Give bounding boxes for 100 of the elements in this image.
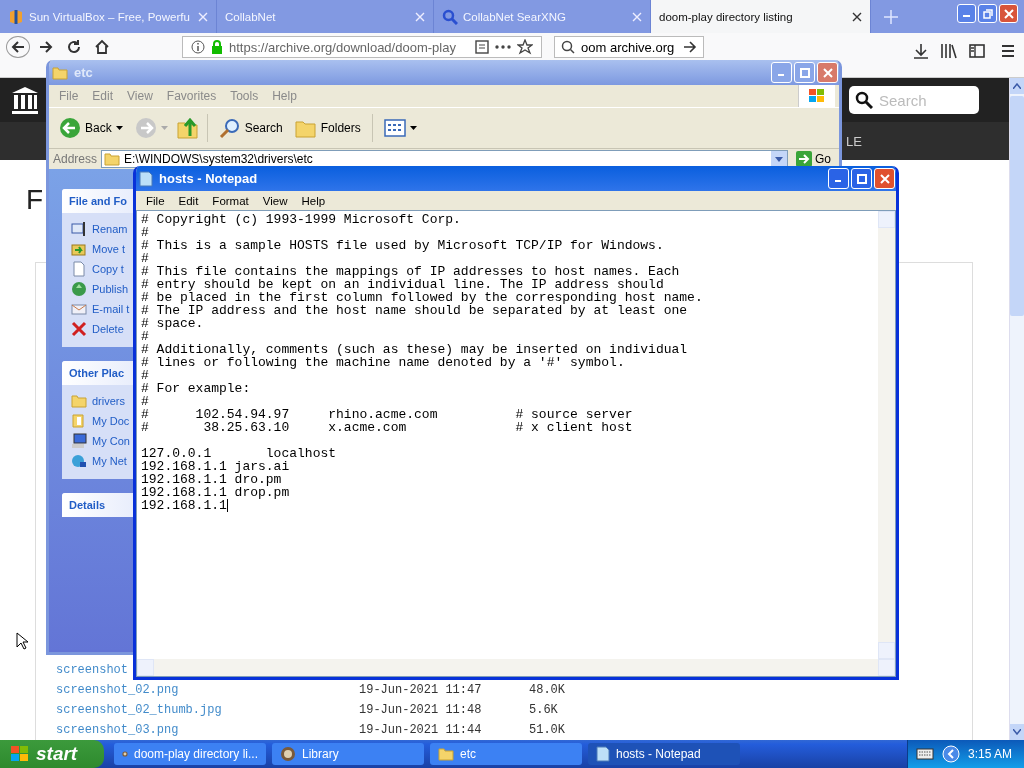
window-title: etc xyxy=(74,65,93,80)
go-button[interactable]: Go xyxy=(792,151,835,167)
menu-item[interactable]: Tools xyxy=(224,88,265,104)
panel-title[interactable]: File and Fo xyxy=(69,195,128,207)
notepad-icon xyxy=(596,746,610,762)
search-button[interactable]: Search xyxy=(214,115,287,141)
minimize-button[interactable] xyxy=(771,62,792,83)
caret-icon xyxy=(409,126,417,130)
close-button[interactable] xyxy=(999,4,1018,23)
menu-item[interactable]: Format xyxy=(206,193,255,208)
folders-button[interactable]: Folders xyxy=(290,116,365,140)
notepad-icon xyxy=(139,170,153,187)
documents-icon xyxy=(71,413,87,429)
task-link[interactable]: drivers xyxy=(92,395,125,407)
folder-icon xyxy=(294,118,317,138)
task-link[interactable]: My Con xyxy=(92,435,130,447)
menu-item[interactable]: Favorites xyxy=(160,88,223,104)
search-field[interactable]: oom archive.org xyxy=(554,36,704,58)
lock-icon xyxy=(211,40,223,54)
file-link[interactable]: screenshot_02.png xyxy=(56,683,179,697)
start-button[interactable]: start xyxy=(0,740,104,768)
library-icon[interactable] xyxy=(940,42,958,60)
file-link[interactable]: screenshot xyxy=(56,663,128,677)
task-link[interactable]: Delete xyxy=(92,323,124,335)
file-link[interactable]: screenshot_03.png xyxy=(56,723,179,737)
dropdown-button[interactable] xyxy=(771,151,787,167)
chevron-icon[interactable] xyxy=(941,745,960,763)
taskbar-button[interactable]: etc xyxy=(430,743,582,765)
panel-title[interactable]: Other Plac xyxy=(69,367,125,379)
browser-tab[interactable]: doom-play directory listing xyxy=(651,0,871,33)
reader-view-icon[interactable] xyxy=(475,40,489,54)
task-link[interactable]: Publish xyxy=(92,283,129,295)
maximize-button[interactable] xyxy=(794,62,815,83)
menu-item[interactable]: Help xyxy=(266,88,303,104)
menu-item[interactable]: Help xyxy=(295,193,332,208)
task-link[interactable]: Copy t xyxy=(92,263,124,275)
folder-icon xyxy=(71,393,87,409)
menu-item[interactable]: File xyxy=(53,88,85,104)
taskbar-button[interactable]: doom-play directory li... xyxy=(114,743,266,765)
minimize-button[interactable] xyxy=(957,4,976,23)
forward-arrow-icon xyxy=(38,39,54,55)
menu-item[interactable]: View xyxy=(256,193,294,208)
file-date: 19-Jun-2021 11:48 xyxy=(359,703,482,717)
caret-icon xyxy=(160,126,168,130)
task-link[interactable]: E-mail t xyxy=(92,303,130,315)
task-link[interactable]: Renam xyxy=(92,223,128,235)
reload-icon xyxy=(66,39,82,55)
maximize-button[interactable] xyxy=(851,168,872,189)
file-size: 51.0K xyxy=(529,723,565,737)
menu-item[interactable]: Edit xyxy=(172,193,205,208)
sidebar-icon[interactable] xyxy=(968,42,986,60)
close-button[interactable] xyxy=(874,168,895,189)
file-link[interactable]: screenshot_02_thumb.jpg xyxy=(56,703,222,717)
nav-link[interactable]: LE xyxy=(846,133,862,149)
back-button[interactable]: Back xyxy=(55,115,127,141)
search-icon xyxy=(442,8,458,25)
keyboard-icon[interactable] xyxy=(915,748,934,760)
menu-item[interactable]: File xyxy=(140,193,171,208)
search-icon xyxy=(218,117,241,139)
home-icon xyxy=(94,39,110,55)
globe-icon xyxy=(71,281,87,297)
more-icon[interactable] xyxy=(495,45,511,49)
folder-icon xyxy=(52,65,68,80)
scrollbar[interactable] xyxy=(137,659,895,676)
task-link[interactable]: My Net xyxy=(92,455,127,467)
close-icon[interactable] xyxy=(852,11,862,22)
url-field[interactable]: https://archive.org/download/doom-play xyxy=(182,36,542,58)
panel-title[interactable]: Details xyxy=(69,499,106,511)
task-link[interactable]: Move t xyxy=(92,243,125,255)
scrollbar[interactable] xyxy=(1009,78,1024,740)
cube-icon xyxy=(8,8,24,25)
task-link[interactable]: My Doc xyxy=(92,415,130,427)
rename-icon xyxy=(71,221,87,237)
window-title: hosts - Notepad xyxy=(159,171,258,186)
taskbar-button[interactable]: hosts - Notepad xyxy=(588,743,740,765)
taskbar-button[interactable]: Library xyxy=(272,743,424,765)
network-icon xyxy=(71,453,87,469)
folder-icon xyxy=(104,152,121,166)
go-arrow-icon xyxy=(796,151,812,167)
clock: 3:15 AM xyxy=(967,747,1012,761)
close-button[interactable] xyxy=(817,62,838,83)
address-field[interactable]: E:\WINDOWS\system32\drivers\etc xyxy=(101,150,788,168)
star-icon[interactable] xyxy=(517,39,533,55)
maximize-icon xyxy=(856,173,867,184)
up-folder-icon[interactable] xyxy=(175,116,200,140)
menu-item[interactable]: Edit xyxy=(86,88,120,104)
restore-button[interactable] xyxy=(978,4,997,23)
arrow-icon[interactable] xyxy=(683,40,697,54)
windows-logo-icon xyxy=(808,88,826,104)
close-icon xyxy=(822,67,833,78)
info-icon[interactable] xyxy=(191,40,205,54)
temple-logo-icon xyxy=(10,85,40,115)
download-icon[interactable] xyxy=(912,42,930,60)
menu-item[interactable]: View xyxy=(121,88,159,104)
search-icon xyxy=(561,40,575,54)
scrollbar[interactable] xyxy=(878,211,895,659)
cursor-icon xyxy=(16,632,28,650)
back-arrow-icon xyxy=(10,39,26,55)
file-size: 5.6K xyxy=(529,703,558,717)
minimize-button[interactable] xyxy=(828,168,849,189)
